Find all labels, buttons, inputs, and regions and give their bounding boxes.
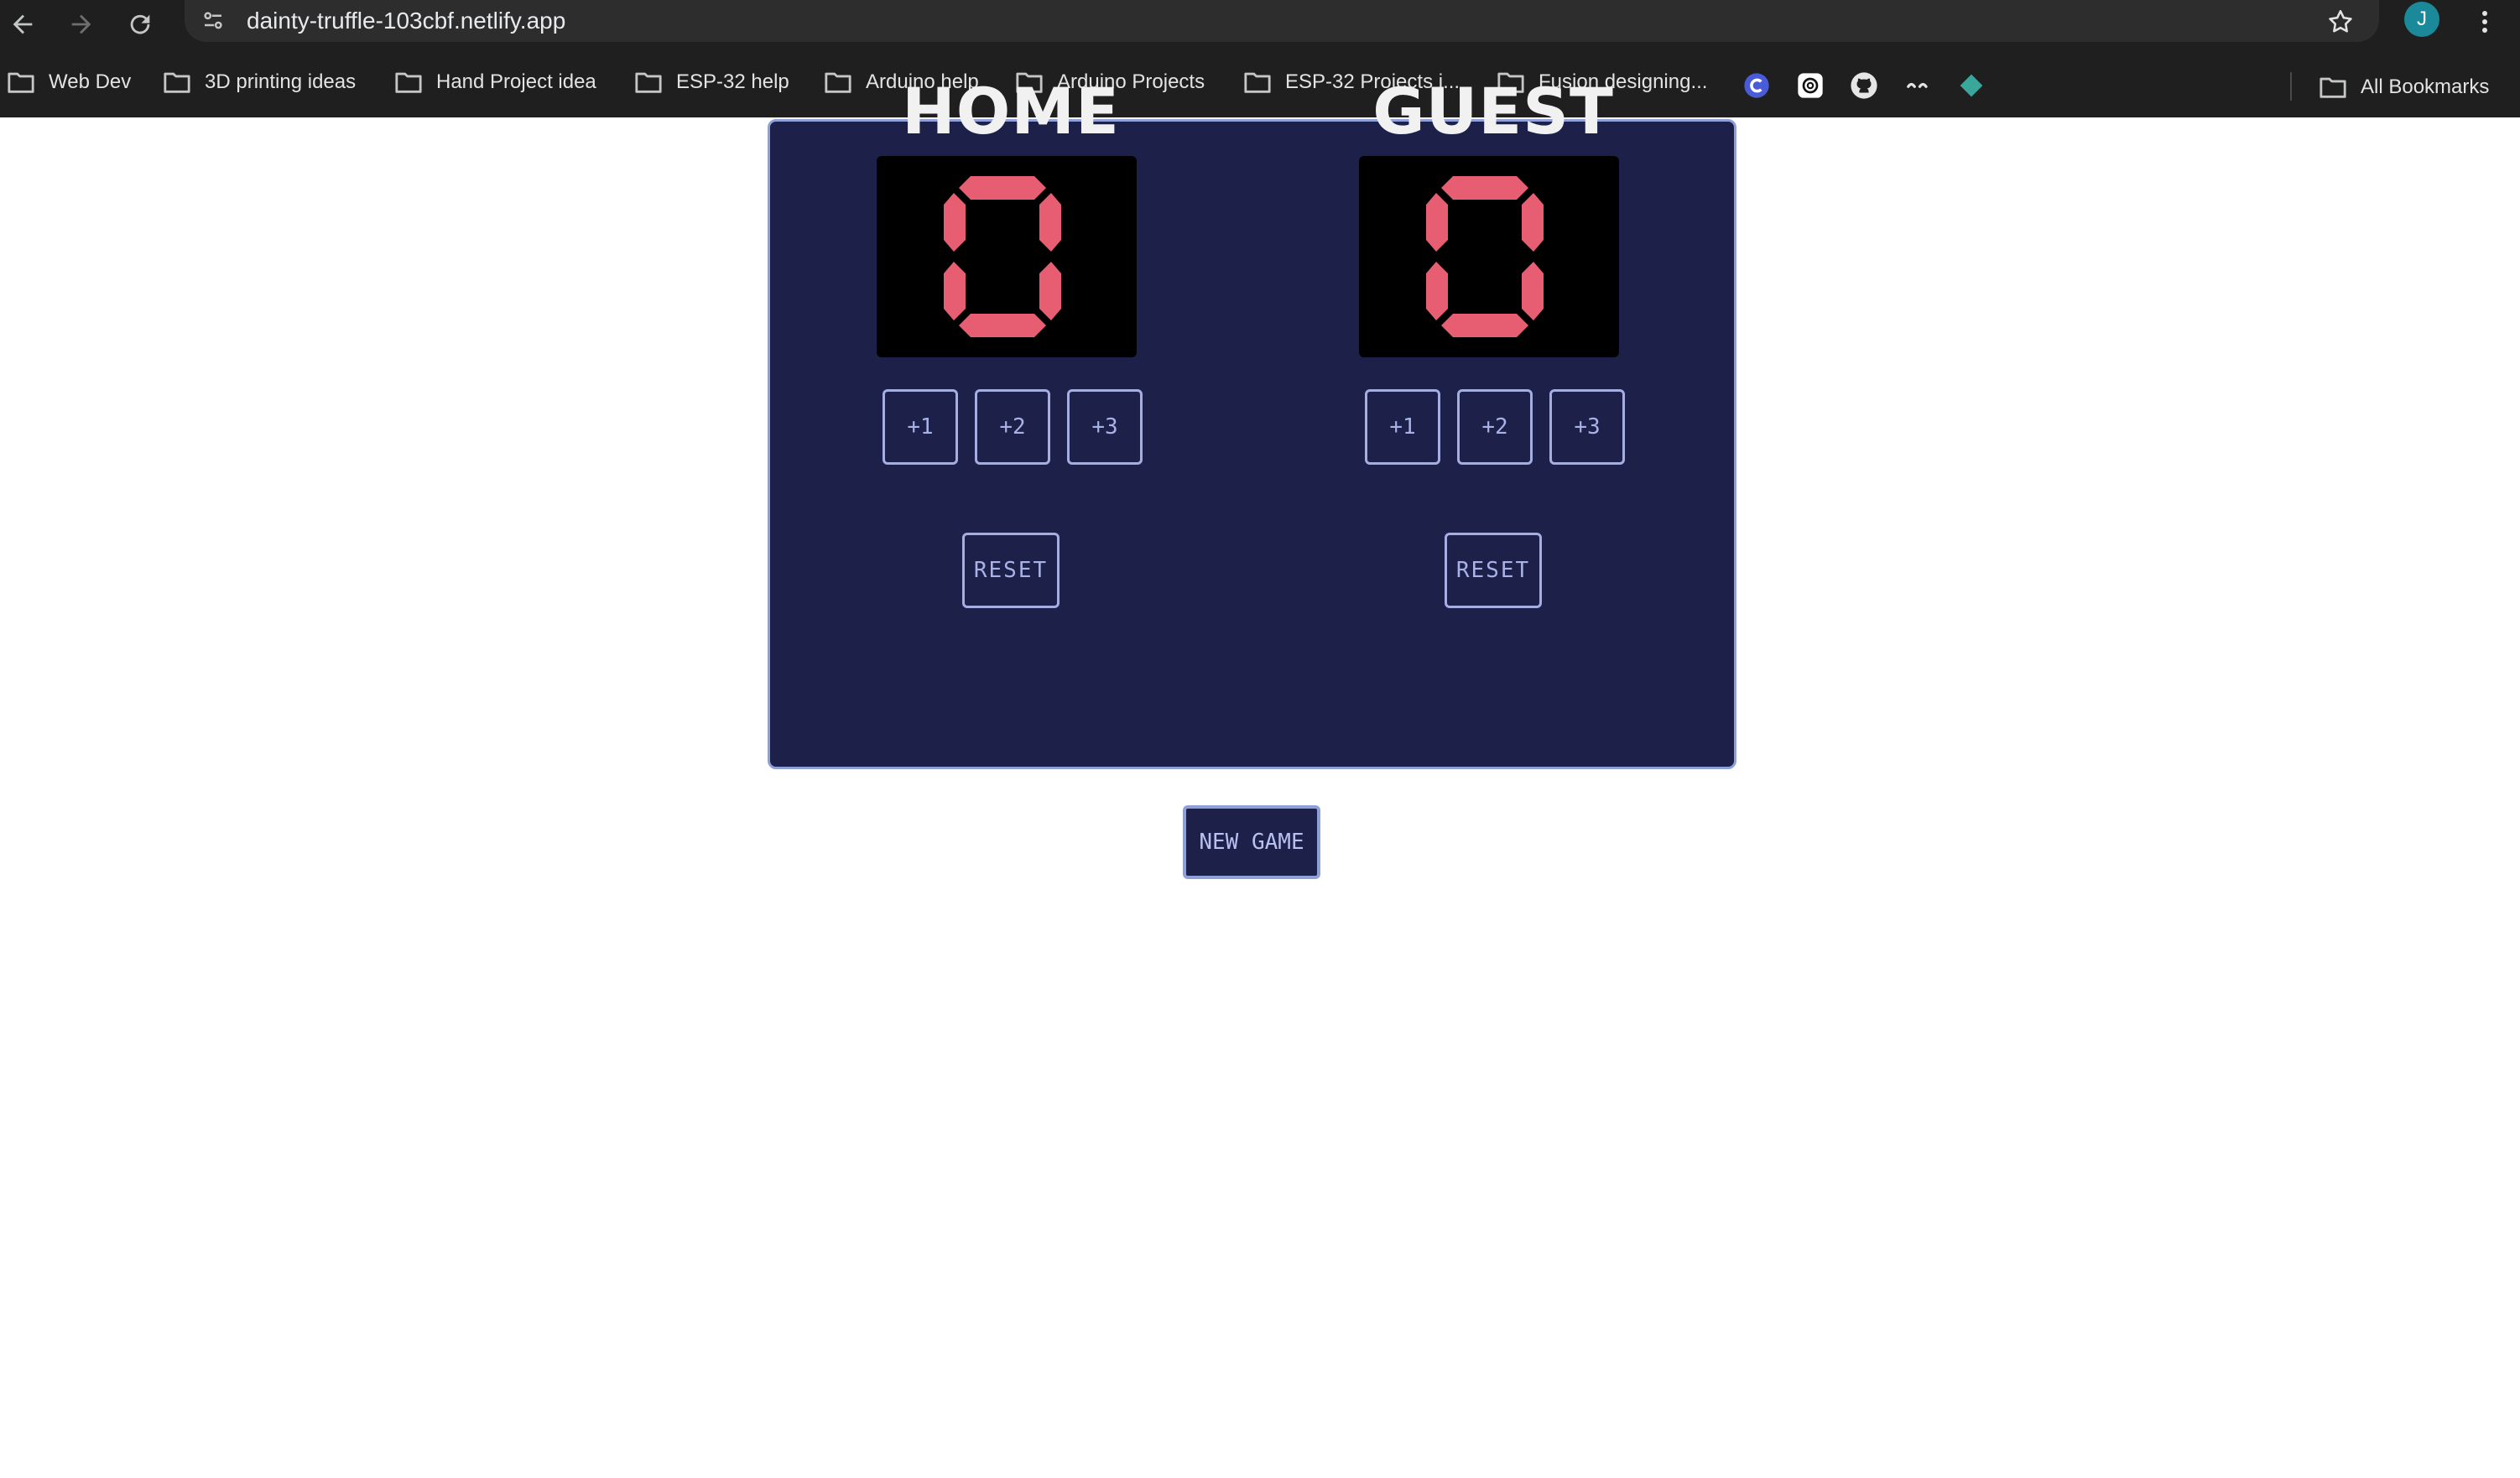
home-team: HOME 0 +1 +2 +3 RESET — [843, 0, 1179, 1478]
seven-segment-digit — [944, 176, 1061, 337]
guest-reset-button[interactable]: RESET — [1445, 533, 1542, 608]
guest-plus-2-button[interactable]: +2 — [1457, 389, 1533, 465]
home-plus-3-button[interactable]: +3 — [1067, 389, 1143, 465]
guest-plus-1-button[interactable]: +1 — [1365, 389, 1440, 465]
site-info-icon[interactable] — [198, 6, 228, 36]
guest-plus-3-button[interactable]: +3 — [1549, 389, 1625, 465]
home-reset-button[interactable]: RESET — [962, 533, 1060, 608]
folder-icon — [635, 72, 662, 93]
folder-icon — [8, 72, 34, 93]
home-title: HOME — [902, 74, 1120, 148]
profile-avatar[interactable]: J — [2404, 2, 2439, 37]
seven-segment-digit — [1426, 176, 1544, 337]
openai-icon[interactable] — [1795, 70, 1825, 101]
all-bookmarks-label: All Bookmarks — [2361, 75, 2490, 98]
bookmarks-divider — [2290, 72, 2292, 101]
url-text[interactable]: dainty-truffle-103cbf.netlify.app — [247, 8, 565, 34]
new-game-button[interactable]: NEW GAME — [1183, 805, 1320, 879]
guest-team: GUEST 0 +1 +2 +3 RESET — [1325, 0, 1661, 1478]
guest-score-display: 0 — [1359, 156, 1619, 357]
browser-toolbar: dainty-truffle-103cbf.netlify.app J — [0, 0, 2520, 49]
bookmark-label: Hand Project idea — [436, 70, 596, 93]
bookmark-folder[interactable]: Hand Project idea — [394, 65, 596, 99]
star-icon[interactable] — [2324, 5, 2357, 39]
folder-icon — [2320, 77, 2346, 98]
kebab-menu-icon[interactable] — [2468, 3, 2502, 40]
back-icon[interactable] — [3, 5, 42, 44]
reload-icon[interactable] — [121, 5, 159, 44]
bookmark-label: 3D printing ideas — [205, 70, 357, 93]
c-logo-icon[interactable] — [1742, 70, 1772, 101]
address-bar[interactable]: dainty-truffle-103cbf.netlify.app — [185, 0, 2379, 42]
bookmark-folder[interactable]: Web Dev — [7, 65, 131, 99]
home-score-display: 0 — [877, 156, 1137, 357]
guest-title: GUEST — [1372, 74, 1614, 148]
all-bookmarks[interactable]: All Bookmarks — [2319, 70, 2489, 104]
bookmark-label: Web Dev — [49, 70, 132, 93]
home-plus-2-button[interactable]: +2 — [975, 389, 1050, 465]
home-plus-1-button[interactable]: +1 — [883, 389, 958, 465]
dash-icon[interactable] — [1903, 70, 1933, 101]
folder-icon — [164, 72, 190, 93]
folder-icon — [1244, 72, 1271, 93]
bookmark-folder[interactable]: 3D printing ideas — [163, 65, 356, 99]
folder-icon — [395, 72, 422, 93]
forward-icon[interactable] — [62, 5, 101, 44]
github-icon[interactable] — [1849, 70, 1879, 101]
bookmark-label: ESP-32 help — [676, 70, 789, 93]
diamond-icon[interactable] — [1956, 70, 1986, 101]
bookmarks-bar: Web Dev 3D printing ideas Hand Project i… — [0, 49, 2520, 117]
bookmark-folder[interactable]: ESP-32 help — [634, 65, 789, 99]
